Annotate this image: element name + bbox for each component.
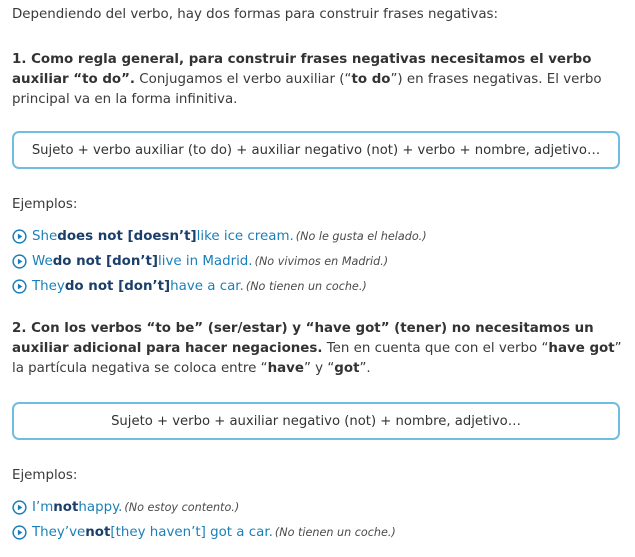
- example-negative: do not [don’t]: [52, 253, 158, 269]
- example-post: live in Madrid.: [158, 253, 253, 269]
- example-post: like ice cream.: [196, 228, 294, 244]
- example-post: happy.: [78, 499, 123, 515]
- intro-text: Dependiendo del verbo, hay dos formas pa…: [12, 7, 499, 22]
- rule-2-formula: Sujeto + verbo + auxiliar negativo (not)…: [111, 413, 521, 429]
- rule-1-body-a: Conjugamos el verbo auxiliar (“: [135, 72, 352, 87]
- example-translation: (No le gusta el helado.): [295, 229, 427, 243]
- example-negative: do not [don’t]: [64, 278, 171, 294]
- play-circle-icon[interactable]: [12, 499, 27, 515]
- rule-2-bold-1: have got: [548, 341, 615, 356]
- example-pre: They: [32, 278, 65, 294]
- rule-2-formula-box: Sujeto + verbo + auxiliar negativo (not)…: [12, 402, 620, 440]
- example-negative: not: [85, 524, 111, 540]
- rule-1-text: 1. Como regla general, para construir fr…: [12, 50, 624, 110]
- rule-2-body-4: ”.: [359, 361, 371, 376]
- rule-1-examples-label: Ejemplos:: [12, 197, 78, 212]
- example-pre: I’m: [32, 499, 54, 515]
- example-item[interactable]: She does not [doesn’t] like ice cream. (N…: [12, 226, 427, 246]
- example-pre: She: [32, 228, 58, 244]
- rule-2-body-3: ” y “: [303, 361, 335, 376]
- play-circle-icon[interactable]: [12, 524, 27, 540]
- example-negative: does not [doesn’t]: [57, 228, 197, 244]
- example-translation: (No tienen un coche.): [245, 279, 367, 293]
- example-pre: They’ve: [32, 524, 86, 540]
- rule-2-text: 2. Con los verbos “to be” (ser/estar) y …: [12, 319, 624, 379]
- example-item[interactable]: We do not [don’t] live in Madrid. (No viv…: [12, 251, 388, 271]
- example-item[interactable]: They’ve not [they haven’t] got a car. (No…: [12, 522, 396, 542]
- rule-1-body-bold: to do: [351, 72, 391, 87]
- example-negative: not: [53, 499, 79, 515]
- example-translation: (No vivimos en Madrid.): [254, 254, 389, 268]
- example-post: have a car.: [170, 278, 244, 294]
- rule-2-bold-3: got: [334, 361, 360, 376]
- play-circle-icon[interactable]: [12, 253, 27, 269]
- example-pre: We: [32, 253, 53, 269]
- rule-1-formula: Sujeto + verbo auxiliar (to do) + auxili…: [31, 142, 601, 158]
- rule-2-examples-label: Ejemplos:: [12, 468, 78, 483]
- play-circle-icon[interactable]: [12, 278, 27, 294]
- example-translation: (No tienen un coche.): [274, 525, 396, 539]
- example-translation: (No estoy contento.): [124, 500, 240, 514]
- grammar-lesson: Dependiendo del verbo, hay dos formas pa…: [0, 0, 635, 557]
- rule-1-formula-box: Sujeto + verbo auxiliar (to do) + auxili…: [12, 131, 620, 169]
- rule-2-body-1: Ten en cuenta que con el verbo “: [322, 341, 549, 356]
- example-item[interactable]: I’m not happy. (No estoy contento.): [12, 497, 239, 517]
- play-circle-icon[interactable]: [12, 228, 27, 244]
- example-item[interactable]: They do not [don’t] have a car. (No tiene…: [12, 276, 367, 296]
- rule-2-bold-2: have: [267, 361, 304, 376]
- example-post: [they haven’t] got a car.: [110, 524, 273, 540]
